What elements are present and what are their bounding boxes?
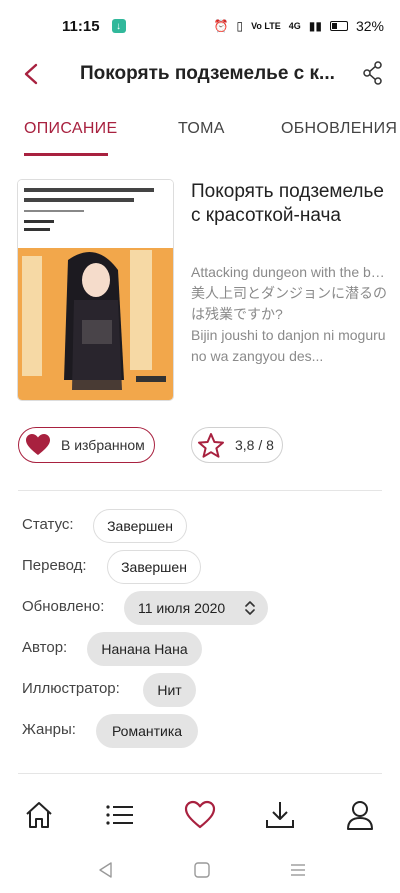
heart-filled-icon <box>26 434 50 455</box>
genre-chip[interactable]: Романтика <box>96 714 198 748</box>
bottom-navigation <box>0 790 400 840</box>
illustrator-label: Иллюстратор: <box>22 680 120 697</box>
tab-updates[interactable]: ОБНОВЛЕНИЯ <box>281 120 397 138</box>
system-back-icon[interactable] <box>96 860 116 880</box>
translation-label: Перевод: <box>22 557 87 574</box>
author-chip[interactable]: Нанана Нана <box>87 632 202 666</box>
sort-arrows-icon <box>245 601 255 615</box>
author-label: Автор: <box>22 639 68 656</box>
system-navigation <box>0 850 400 893</box>
favorite-label: В избранном <box>61 437 145 453</box>
star-icon <box>198 433 224 458</box>
book-cover-image <box>18 180 173 400</box>
book-title: Покорять подземелье с красоткой-нача <box>191 181 384 226</box>
page-title: Покорять подземелье с к... <box>80 63 335 84</box>
download-notification-icon: ↓ <box>111 19 126 33</box>
tab-bar: ОПИСАНИЕ ТОМА ОБНОВЛЕНИЯ <box>0 108 400 158</box>
network-type: Vo LTE <box>251 21 281 31</box>
share-icon[interactable] <box>362 60 384 86</box>
chevron-left-icon[interactable] <box>18 60 46 88</box>
alt-title-english: Attacking dungeon with the beautiful bos… <box>191 264 391 280</box>
status-time: 11:15 <box>62 17 100 35</box>
status-indicators: ⏰ ▯ Vo LTE 4G ▮▮ 32% <box>214 18 385 34</box>
translation-chip: Завершен <box>107 550 201 584</box>
genres-label: Жанры: <box>22 721 76 738</box>
tab-description[interactable]: ОПИСАНИЕ <box>24 120 117 138</box>
user-icon[interactable] <box>343 798 377 832</box>
status-label: Статус: <box>22 516 74 533</box>
tab-active-indicator <box>24 153 108 156</box>
system-home-icon[interactable] <box>192 860 212 880</box>
status-bar: 11:15 ↓ ⏰ ▯ Vo LTE 4G ▮▮ 32% <box>0 0 400 52</box>
battery-icon <box>329 21 348 31</box>
alternate-titles: Attacking dungeon with the beautiful bos… <box>191 262 391 367</box>
illustrator-chip[interactable]: Нит <box>143 673 196 707</box>
updated-label: Обновлено: <box>22 598 105 615</box>
list-icon[interactable] <box>103 798 137 832</box>
divider <box>18 490 382 491</box>
download-icon[interactable] <box>263 798 297 832</box>
tab-volumes[interactable]: ТОМА <box>178 120 225 138</box>
rating-value: 3,8 / 8 <box>235 437 274 453</box>
updated-date-selector[interactable]: 11 июля 2020 <box>124 591 268 625</box>
system-menu-icon[interactable] <box>288 860 308 880</box>
signal-icon: ▮▮ <box>308 19 322 33</box>
vibrate-icon: ▯ <box>236 19 244 33</box>
alt-title-japanese: 美人上司とダンジョンに潜るのは残業ですか? <box>191 285 387 322</box>
home-icon[interactable] <box>22 798 56 832</box>
heart-icon[interactable] <box>183 798 217 832</box>
rating-button[interactable]: 3,8 / 8 <box>191 427 283 463</box>
favorite-button[interactable]: В избранном <box>18 427 155 463</box>
alarm-icon: ⏰ <box>213 19 229 33</box>
app-header: Покорять подземелье с к... <box>0 52 400 96</box>
divider <box>18 773 382 774</box>
signal-label: 4G <box>288 21 301 31</box>
status-chip: Завершен <box>93 509 187 543</box>
battery-level: 32% <box>355 18 384 34</box>
updated-date: 11 июля 2020 <box>138 600 226 616</box>
alt-title-romaji: Bijin joushi to danjon ni moguru no wa z… <box>191 327 386 364</box>
